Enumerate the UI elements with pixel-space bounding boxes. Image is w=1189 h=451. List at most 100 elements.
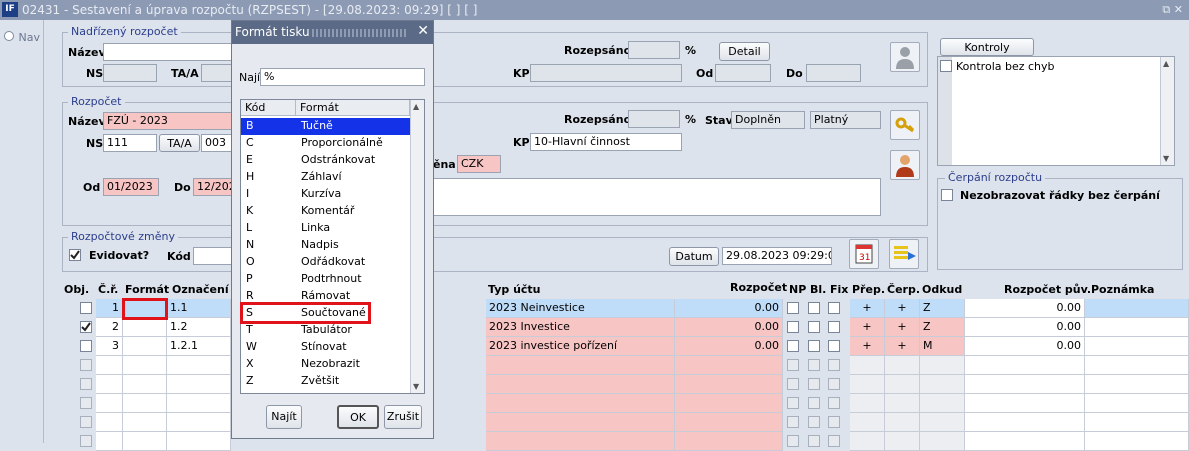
budget-user-button[interactable] (890, 150, 920, 180)
cell-pozn[interactable] (1085, 432, 1189, 451)
cell-cr[interactable] (96, 413, 123, 432)
row-bl-checkbox[interactable] (808, 397, 820, 409)
cell-prep[interactable]: + (850, 299, 885, 318)
budget-do-field[interactable]: 12/2023 (193, 178, 233, 196)
calendar-button[interactable]: 31 (849, 239, 879, 269)
cell-puv[interactable]: 0.00 (965, 299, 1085, 318)
cell-puv[interactable]: 0.00 (965, 337, 1085, 356)
cell-ozn[interactable] (167, 413, 231, 432)
cell-cerp[interactable]: + (885, 299, 920, 318)
cell-rozp[interactable] (675, 432, 783, 451)
cell-format[interactable] (123, 413, 167, 432)
key-button[interactable] (890, 110, 920, 140)
row-checkbox[interactable] (80, 416, 92, 428)
parent-ta-field[interactable] (201, 64, 233, 82)
cell-rozp[interactable] (675, 394, 783, 413)
cell-format[interactable] (123, 394, 167, 413)
row-fix-checkbox[interactable] (828, 435, 840, 447)
table-row-empty[interactable] (60, 432, 1189, 451)
cell-typ[interactable]: 2023 investice pořízení (486, 337, 675, 356)
table-row-empty[interactable] (60, 356, 1189, 375)
cell-pozn[interactable] (1085, 394, 1189, 413)
table-row-empty[interactable] (60, 375, 1189, 394)
parent-od-field[interactable] (715, 64, 771, 82)
row-checkbox[interactable] (80, 397, 92, 409)
table-row[interactable]: 2 1.2 2023 Investice 0.00 + + Z 0.00 (60, 318, 1189, 337)
cell-pozn[interactable] (1085, 356, 1189, 375)
row-np-checkbox[interactable] (787, 435, 799, 447)
parent-name-field[interactable] (103, 43, 233, 61)
kontroly-scrollbar[interactable]: ▲ ▼ (1160, 57, 1174, 165)
cell-rozp[interactable] (675, 375, 783, 394)
cell-format[interactable] (123, 337, 167, 356)
table-row-empty[interactable] (60, 394, 1189, 413)
cell-odkud[interactable] (920, 394, 965, 413)
row-np-checkbox[interactable] (787, 302, 799, 314)
budget-ta-field[interactable]: 003 (201, 134, 233, 152)
mena-field[interactable]: CZK (457, 155, 501, 173)
cell-odkud[interactable] (920, 356, 965, 375)
cell-ozn[interactable]: 1.2.1 (167, 337, 231, 356)
cell-ozn[interactable] (167, 394, 231, 413)
dialog-cancel-button[interactable]: Zrušit (384, 405, 422, 429)
row-bl-checkbox[interactable] (808, 321, 820, 333)
budget-name-field[interactable]: FZÚ - 2023 (103, 112, 233, 130)
cell-ozn[interactable] (167, 375, 231, 394)
cell-pozn[interactable] (1085, 375, 1189, 394)
cell-typ[interactable]: 2023 Investice (486, 318, 675, 337)
budget-od-field[interactable]: 01/2023 (103, 178, 159, 196)
format-list-item[interactable]: E Odstránkovat (241, 152, 410, 169)
cell-ozn[interactable] (167, 432, 231, 451)
kontroly-button[interactable]: Kontroly (940, 38, 1034, 56)
cell-cr[interactable]: 3 (96, 337, 123, 356)
cell-cr[interactable] (96, 394, 123, 413)
stav-field-1[interactable]: Doplněn (731, 111, 805, 129)
cell-format[interactable] (123, 356, 167, 375)
format-list-item[interactable]: K Komentář (241, 203, 410, 220)
window-controls[interactable]: ⧉ ✕ (1162, 3, 1183, 17)
cell-pozn[interactable] (1085, 337, 1189, 356)
cell-odkud[interactable]: M (920, 337, 965, 356)
row-fix-checkbox[interactable] (828, 302, 840, 314)
cell-odkud[interactable] (920, 375, 965, 394)
row-fix-checkbox[interactable] (828, 378, 840, 390)
format-list-item[interactable]: P Podtrhnout (241, 271, 410, 288)
format-list-item[interactable]: L Linka (241, 220, 410, 237)
cell-pozn[interactable] (1085, 413, 1189, 432)
row-checkbox[interactable] (80, 359, 92, 371)
format-list-item[interactable]: W Stínovat (241, 339, 410, 356)
detail-button[interactable]: Detail (719, 42, 770, 61)
parent-rozepsano-field[interactable] (628, 41, 680, 59)
kod-field[interactable] (193, 247, 233, 265)
cell-rozp[interactable] (675, 356, 783, 375)
evidovat-checkbox[interactable] (69, 249, 81, 261)
budget-ns-field[interactable]: 111 (103, 134, 157, 152)
scroll-down-icon[interactable]: ▼ (1163, 154, 1169, 163)
dialog-search-input[interactable]: % (260, 68, 425, 86)
dialog-find-button[interactable]: Najít (266, 405, 302, 429)
cell-cerp[interactable] (885, 356, 920, 375)
format-list-item[interactable]: C Proporcionálně (241, 135, 410, 152)
row-fix-checkbox[interactable] (828, 359, 840, 371)
cell-cerp[interactable]: + (885, 337, 920, 356)
drag-grip-icon[interactable] (312, 29, 407, 37)
cell-typ[interactable] (486, 413, 675, 432)
format-list-item[interactable]: H Záhlaví (241, 169, 410, 186)
row-checkbox[interactable] (80, 435, 92, 447)
cell-ozn[interactable] (167, 356, 231, 375)
stav-field-2[interactable]: Platný (810, 111, 881, 129)
cell-format[interactable] (123, 432, 167, 451)
cell-cerp[interactable]: + (885, 318, 920, 337)
row-fix-checkbox[interactable] (828, 397, 840, 409)
cell-cerp[interactable] (885, 413, 920, 432)
cell-rozp[interactable]: 0.00 (675, 337, 783, 356)
list-header-kod[interactable]: Kód (241, 100, 296, 116)
datum-field[interactable]: 29.08.2023 09:29:02 (722, 247, 832, 265)
budget-note-area[interactable] (433, 178, 881, 216)
format-list-item[interactable]: I Kurzíva (241, 186, 410, 203)
row-np-checkbox[interactable] (787, 378, 799, 390)
cell-prep[interactable] (850, 413, 885, 432)
row-checkbox[interactable] (80, 340, 92, 352)
list-header-format[interactable]: Formát (296, 100, 410, 116)
cell-puv[interactable] (965, 375, 1085, 394)
